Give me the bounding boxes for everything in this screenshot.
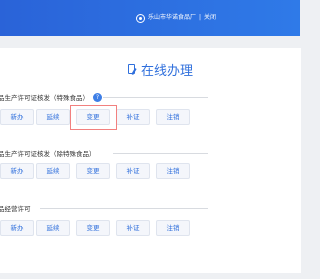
button-reissue-general[interactable]: 补证 (116, 163, 150, 179)
content-card (0, 48, 301, 273)
button-renew-business[interactable]: 延续 (36, 220, 70, 236)
document-edit-icon (128, 63, 137, 75)
button-renew-special[interactable]: 延续 (36, 109, 70, 125)
button-cancel-business[interactable]: 注销 (156, 220, 190, 236)
user-name: 乐山市华诺食品厂 (148, 14, 197, 21)
top-bar: 乐山市华诺食品厂 | 关闭 (0, 0, 300, 36)
section-heading-text: 品经营许可 (0, 205, 31, 213)
logout-link[interactable]: 关闭 (204, 12, 216, 24)
button-cancel-special[interactable]: 注销 (156, 109, 190, 125)
button-new-special[interactable]: 新办 (0, 109, 34, 125)
button-change-general[interactable]: 变更 (76, 163, 110, 179)
section-divider (40, 208, 208, 209)
section-heading-non-special-food: 品生产许可证核发（除特殊食品） (0, 147, 96, 159)
user-icon (136, 13, 145, 23)
page-title: 在线办理 (128, 60, 194, 79)
button-reissue-special[interactable]: 补证 (116, 109, 150, 125)
section-heading-text: 品生产许可证核发（除特殊食品） (0, 150, 96, 158)
help-icon[interactable]: ? (93, 92, 102, 102)
section-heading-special-food: 品生产许可证核发（特殊食品） ? (0, 91, 102, 103)
section-heading-text: 品生产许可证核发（特殊食品） (0, 94, 89, 102)
section-heading-food-business: 品经营许可 (0, 202, 31, 214)
button-renew-general[interactable]: 延续 (36, 163, 70, 179)
button-change-business[interactable]: 变更 (76, 220, 110, 236)
button-new-general[interactable]: 新办 (0, 163, 34, 179)
user-info[interactable]: 乐山市华诺食品厂 | 关闭 (136, 12, 216, 24)
button-new-business[interactable]: 新办 (0, 220, 34, 236)
highlight-box (70, 105, 117, 130)
button-cancel-general[interactable]: 注销 (156, 163, 190, 179)
section-divider (113, 153, 208, 154)
separator: | (199, 14, 202, 21)
section-divider (103, 97, 208, 98)
page-title-text: 在线办理 (141, 63, 194, 79)
button-reissue-business[interactable]: 补证 (116, 220, 150, 236)
